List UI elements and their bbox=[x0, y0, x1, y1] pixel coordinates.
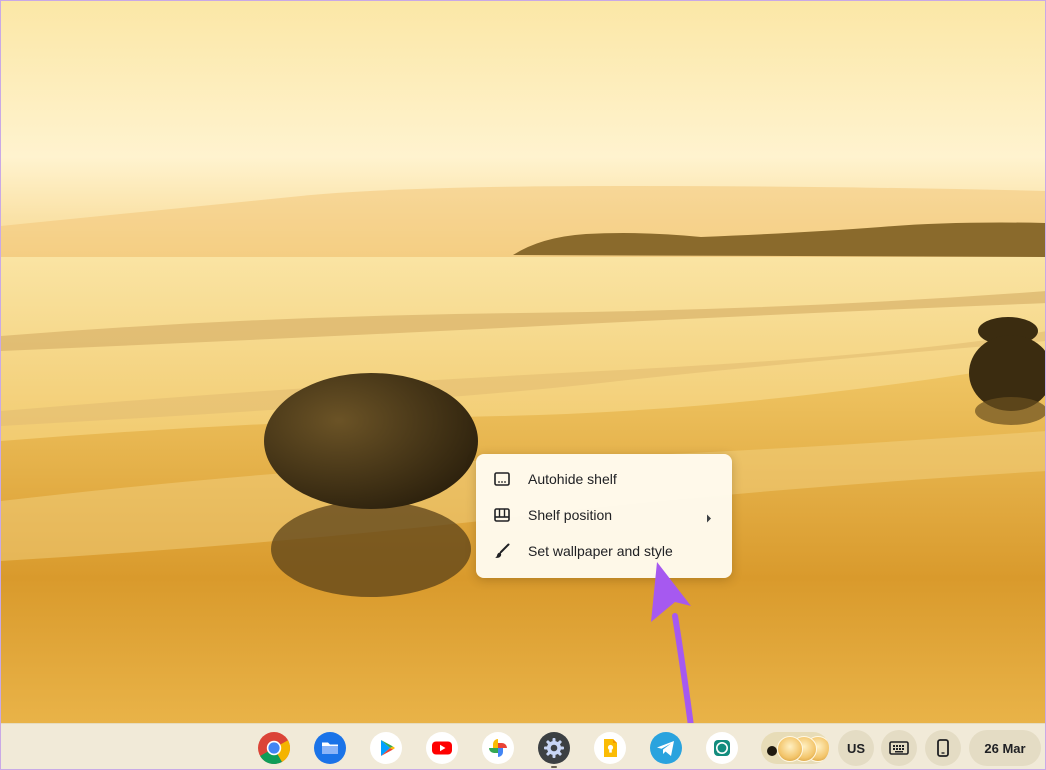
keyboard-icon bbox=[889, 741, 909, 755]
whatsapp-icon bbox=[706, 732, 738, 764]
holding-space-thumbnail bbox=[777, 736, 803, 762]
keep-icon bbox=[594, 732, 626, 764]
virtual-keyboard-button[interactable] bbox=[881, 730, 917, 766]
shelf-app-youtube[interactable] bbox=[425, 731, 459, 765]
paintbrush-icon bbox=[492, 541, 512, 561]
shelf-app-telegram[interactable] bbox=[649, 731, 683, 765]
shelf-app-keep[interactable] bbox=[593, 731, 627, 765]
holding-space-tray[interactable] bbox=[761, 732, 829, 764]
shelf-app-photos[interactable] bbox=[481, 731, 515, 765]
holding-space-indicator bbox=[767, 746, 777, 756]
chrome-icon bbox=[258, 732, 291, 765]
shelf-app-play-store[interactable] bbox=[369, 731, 403, 765]
shelf-app-files[interactable] bbox=[313, 731, 347, 765]
ime-indicator[interactable]: US bbox=[838, 730, 874, 766]
annotation-arrow bbox=[651, 562, 694, 729]
settings-gear-icon bbox=[538, 732, 570, 764]
phone-hub-button[interactable] bbox=[925, 730, 961, 766]
menu-item-autohide-shelf[interactable]: Autohide shelf bbox=[476, 461, 732, 497]
date-label: 26 Mar bbox=[984, 740, 1026, 756]
shelf-app-whatsapp[interactable] bbox=[705, 731, 739, 765]
menu-item-label: Autohide shelf bbox=[528, 471, 617, 487]
google-photos-icon bbox=[482, 732, 514, 764]
autohide-shelf-icon bbox=[492, 469, 512, 489]
wallpaper-image bbox=[1, 1, 1045, 723]
shelf-app-settings[interactable] bbox=[537, 731, 571, 765]
submenu-arrow-icon bbox=[706, 510, 712, 528]
youtube-icon bbox=[426, 732, 458, 764]
shelf-app-chrome[interactable] bbox=[257, 731, 291, 765]
shelf: US 26 Mar bbox=[1, 723, 1045, 769]
system-tray-date[interactable]: 26 Mar bbox=[969, 730, 1041, 766]
menu-item-label: Shelf position bbox=[528, 507, 613, 523]
phone-hub-icon bbox=[937, 739, 949, 757]
ime-label: US bbox=[846, 740, 866, 756]
running-app-indicator bbox=[551, 766, 557, 768]
shelf-position-icon bbox=[492, 505, 512, 525]
telegram-icon bbox=[650, 732, 682, 764]
play-store-icon bbox=[370, 732, 402, 764]
menu-item-shelf-position[interactable]: Shelf position bbox=[476, 497, 732, 533]
files-icon bbox=[314, 732, 346, 764]
desktop[interactable]: Autohide shelf Shelf position Set wallpa… bbox=[0, 0, 1046, 770]
